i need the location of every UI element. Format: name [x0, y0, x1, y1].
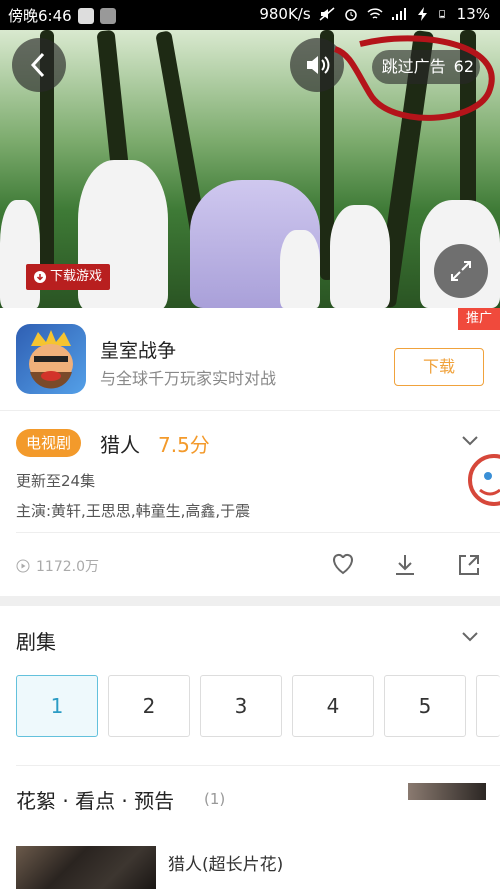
- status-time: 傍晚6:46: [8, 7, 72, 25]
- status-left: 傍晚6:46: [8, 5, 116, 26]
- extras-item-title[interactable]: 猎人(超长片花): [168, 850, 283, 875]
- extras-video-thumbnail[interactable]: [16, 846, 156, 889]
- battery-percent: 13%: [456, 5, 490, 23]
- show-title: 猎人: [100, 433, 140, 457]
- actor-figure: [0, 200, 40, 308]
- extras-side-thumbnail[interactable]: [408, 783, 486, 801]
- show-score: 7.5分: [158, 433, 210, 457]
- update-status: 更新至24集: [16, 472, 96, 490]
- speaker-icon: [307, 56, 330, 74]
- video-player[interactable]: 跳过广告 62 下载游戏: [0, 30, 500, 308]
- status-bar: 傍晚6:46 980K/s 13%: [0, 0, 500, 30]
- skip-ad-countdown: 62: [453, 57, 474, 76]
- episodes-heading: 剧集: [16, 630, 56, 654]
- mute-icon: [319, 7, 335, 21]
- episode-button-2[interactable]: 2: [108, 675, 190, 737]
- blank-area: [318, 800, 500, 889]
- extras-heading: 花絮 · 看点 · 预告: [16, 789, 175, 813]
- divider: [16, 532, 500, 533]
- qq-notification-icon: [77, 7, 94, 24]
- share-icon[interactable]: [456, 552, 482, 578]
- episode-button-more[interactable]: [476, 675, 500, 737]
- volume-button[interactable]: [290, 38, 344, 92]
- app-notification-icon: [99, 7, 116, 24]
- divider: [16, 765, 500, 766]
- download-game-label: 下载游戏: [50, 269, 103, 284]
- extras-count: (1): [204, 790, 226, 808]
- wifi-icon: [367, 8, 383, 19]
- fullscreen-button[interactable]: [434, 244, 488, 298]
- ad-download-button[interactable]: 下载: [394, 348, 484, 386]
- network-speed: 980K/s: [259, 5, 311, 23]
- mascot-icon[interactable]: [466, 450, 500, 510]
- status-right: 980K/s 13%: [259, 5, 490, 23]
- promo-badge: 推广: [457, 308, 500, 330]
- episode-button-1[interactable]: 1: [16, 675, 98, 737]
- show-type-tag: 电视剧: [16, 429, 82, 457]
- signal-icon: [391, 8, 406, 20]
- charging-icon: [417, 7, 427, 21]
- clash-royale-app-icon[interactable]: [16, 324, 86, 394]
- king-character-icon: [29, 330, 73, 389]
- alarm-icon: [344, 9, 357, 21]
- ad-subtitle: 与全球千万玩家实时对战: [100, 369, 277, 388]
- favorite-heart-icon[interactable]: [330, 552, 356, 576]
- back-arrow-icon: [30, 52, 45, 78]
- episode-button-3[interactable]: 3: [200, 675, 282, 737]
- expand-details-chevron-icon[interactable]: [462, 436, 478, 446]
- skip-ad-button[interactable]: 跳过广告 62: [371, 50, 480, 84]
- play-count-icon: [16, 559, 30, 573]
- download-game-button[interactable]: 下载游戏: [26, 264, 111, 290]
- battery-icon: [438, 9, 445, 19]
- skip-ad-label: 跳过广告: [381, 57, 446, 76]
- download-icon[interactable]: [392, 552, 418, 578]
- view-count: 1172.0万: [16, 556, 99, 576]
- episode-button-4[interactable]: 4: [292, 675, 374, 737]
- actor-figure: [330, 205, 390, 308]
- section-separator: [0, 596, 500, 606]
- fullscreen-icon: [451, 261, 471, 281]
- view-count-text: 1172.0万: [36, 559, 99, 575]
- episode-button-5[interactable]: 5: [384, 675, 466, 737]
- actor-figure: [280, 230, 320, 308]
- download-circle-icon: [34, 271, 46, 283]
- cast-list: 主演:黄轩,王思思,韩童生,高鑫,于震: [16, 502, 251, 520]
- expand-episodes-chevron-icon[interactable]: [462, 632, 478, 642]
- back-button[interactable]: [12, 38, 66, 92]
- ad-title: 皇室战争: [100, 340, 177, 362]
